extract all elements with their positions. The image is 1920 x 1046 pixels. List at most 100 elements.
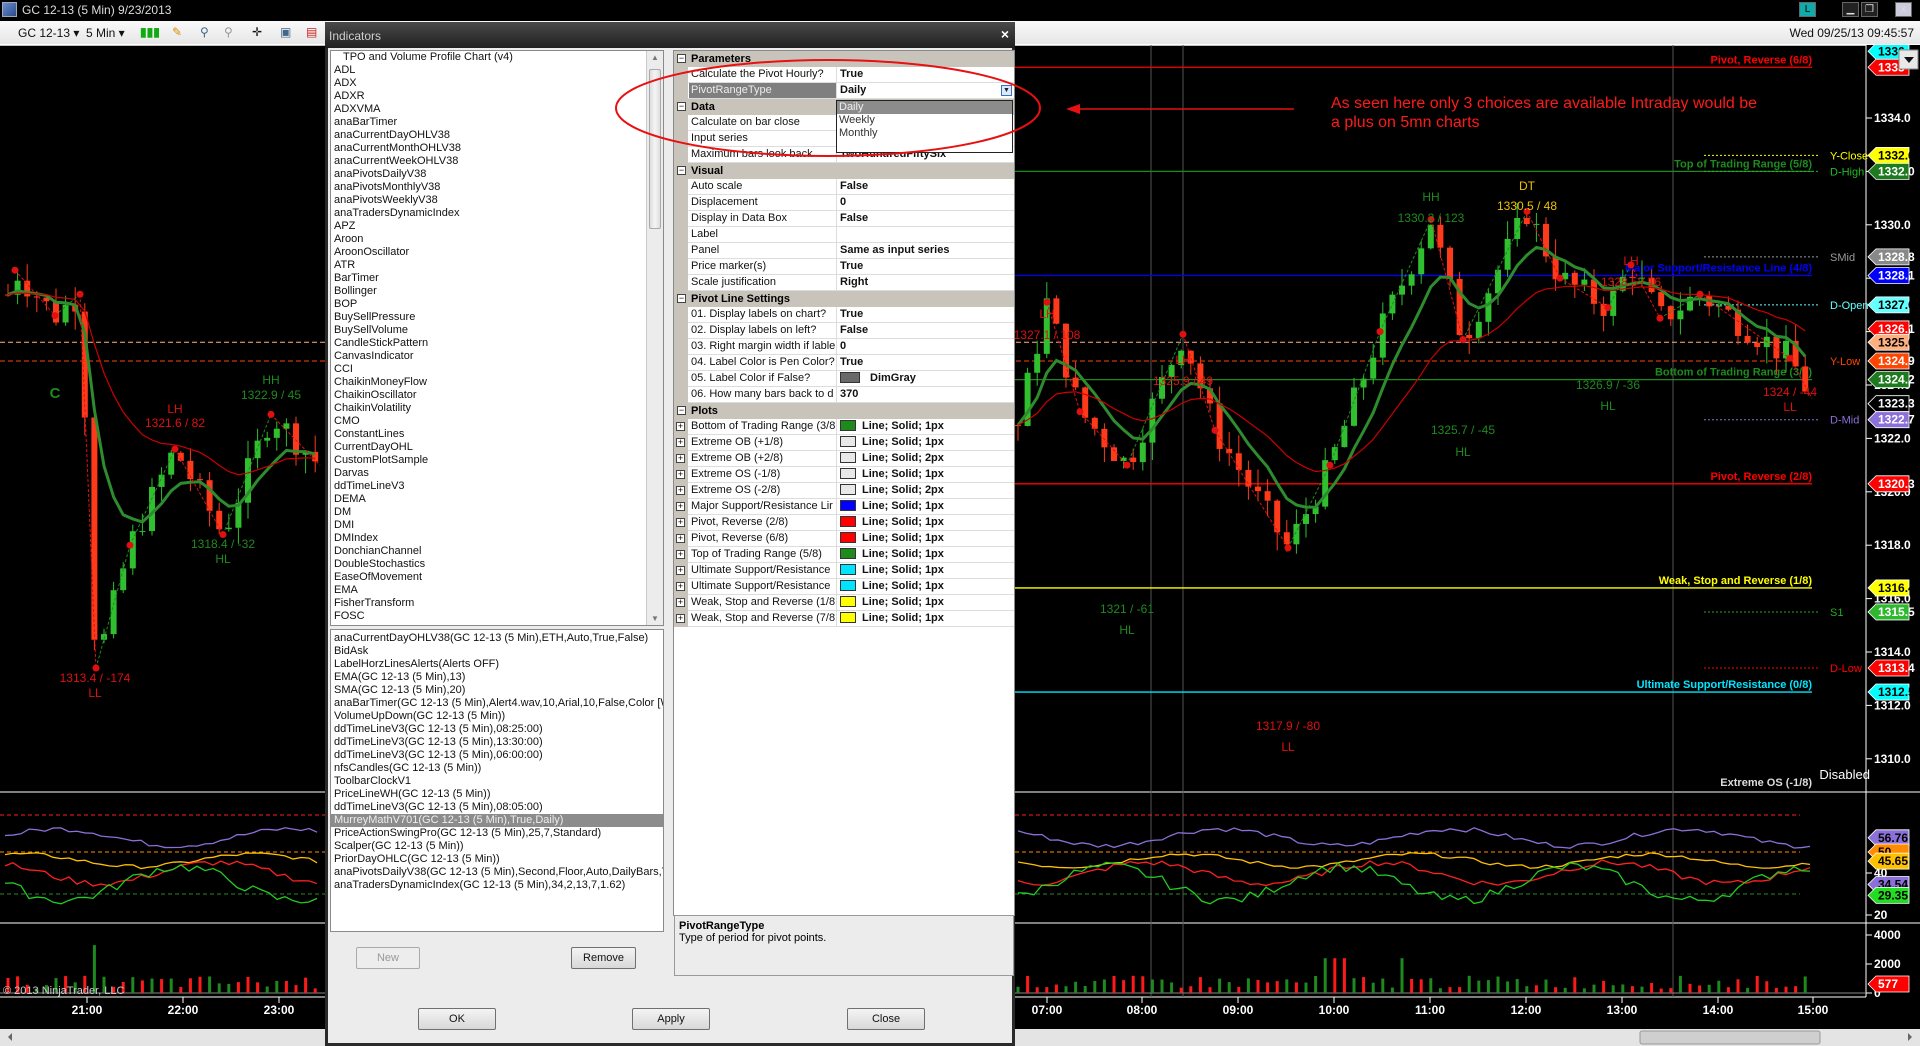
instrument-selector[interactable]: GC 12-13 ▾ <box>18 26 79 40</box>
property-row[interactable]: + Bottom of Trading Range (3/8 Line; Solid… <box>674 419 1014 435</box>
applied-indicator-item[interactable]: PriorDayOHLC(GC 12-13 (5 Min)) <box>331 853 663 866</box>
collapse-icon[interactable]: − <box>677 54 686 63</box>
property-row[interactable]: + Extreme OB (+1/8) Line; Solid; 1px <box>674 435 1014 451</box>
indicator-list-item[interactable]: Darvas <box>331 467 663 480</box>
indicator-list-item[interactable]: CMO <box>331 415 663 428</box>
applied-indicator-item[interactable]: ddTimeLineV3(GC 12-13 (5 Min),06:00:00) <box>331 749 663 762</box>
crosshair-icon[interactable]: ✛ <box>252 25 268 41</box>
property-value[interactable]: Same as input series <box>838 243 1014 258</box>
property-row[interactable]: + Weak, Stop and Reverse (7/8 Line; Solid;… <box>674 611 1014 627</box>
property-value[interactable]: True <box>838 67 1014 82</box>
indicator-list-item[interactable]: ADX <box>331 77 663 90</box>
indicator-list-item[interactable]: ConstantLines <box>331 428 663 441</box>
indicator-list-item[interactable]: Bollinger <box>331 285 663 298</box>
close-button[interactable]: Close <box>847 1008 925 1030</box>
property-value[interactable]: Line; Solid; 1px <box>838 611 1014 626</box>
indicator-list-item[interactable]: ADL <box>331 64 663 77</box>
property-row[interactable]: PivotRangeType Daily ▼ <box>674 83 1014 99</box>
ok-button[interactable]: OK <box>418 1008 496 1030</box>
applied-indicator-item[interactable]: PriceActionSwingPro(GC 12-13 (5 Min),25,… <box>331 827 663 840</box>
applied-indicator-item[interactable]: MurreyMathV701(GC 12-13 (5 Min),True,Dai… <box>331 814 663 827</box>
interval-selector[interactable]: 5 Min ▾ <box>86 26 125 40</box>
dropdown-arrow-button[interactable]: ▼ <box>1001 85 1012 96</box>
property-row[interactable]: Panel Same as input series <box>674 243 1014 259</box>
indicator-list-item[interactable]: ADXR <box>331 90 663 103</box>
expand-icon[interactable]: + <box>676 486 685 495</box>
applied-indicator-item[interactable]: PriceLineWH(GC 12-13 (5 Min)) <box>331 788 663 801</box>
property-value[interactable]: Line; Solid; 1px <box>838 563 1014 578</box>
property-row[interactable]: + Top of Trading Range (5/8) Line; Solid; … <box>674 547 1014 563</box>
applied-indicators-list[interactable]: anaCurrentDayOHLV38(GC 12-13 (5 Min),ETH… <box>330 629 664 932</box>
indicator-list-item[interactable]: TPO and Volume Profile Chart (v4) <box>331 51 663 64</box>
property-value[interactable]: False <box>838 211 1014 226</box>
property-value[interactable]: Line; Solid; 1px <box>838 547 1014 562</box>
indicator-list-item[interactable]: DMIndex <box>331 532 663 545</box>
indicator-list-item[interactable]: CanvasIndicator <box>331 350 663 363</box>
applied-indicator-item[interactable]: ToolbarClockV1 <box>331 775 663 788</box>
dropdown-option[interactable]: Weekly <box>837 114 1012 127</box>
property-category[interactable]: − Parameters <box>674 51 1014 67</box>
property-category[interactable]: − Plots <box>674 403 1014 419</box>
indicator-list-item[interactable]: CCI <box>331 363 663 376</box>
indicator-list-item[interactable]: EMA <box>331 584 663 597</box>
property-row[interactable]: Calculate the Pivot Hourly? True <box>674 67 1014 83</box>
indicator-list-item[interactable]: anaCurrentMonthOHLV38 <box>331 142 663 155</box>
dropdown-option[interactable]: Daily <box>837 101 1012 114</box>
collapse-icon[interactable]: − <box>677 294 686 303</box>
property-value[interactable]: Line; Solid; 2px <box>838 451 1014 466</box>
applied-indicator-item[interactable]: anaCurrentDayOHLV38(GC 12-13 (5 Min),ETH… <box>331 632 663 645</box>
property-value[interactable]: DimGray <box>838 371 1014 386</box>
indicator-list-item[interactable]: DM <box>331 506 663 519</box>
applied-indicator-item[interactable]: anaPivotsDailyV38(GC 12-13 (5 Min),Secon… <box>331 866 663 879</box>
applied-indicator-item[interactable]: BidAsk <box>331 645 663 658</box>
expand-icon[interactable]: + <box>676 454 685 463</box>
indicator-list-item[interactable]: ChaikinMoneyFlow <box>331 376 663 389</box>
property-value[interactable]: Line; Solid; 1px <box>838 595 1014 610</box>
scrollbar-thumb[interactable] <box>1639 1030 1821 1045</box>
property-row[interactable]: + Extreme OB (+2/8) Line; Solid; 2px <box>674 451 1014 467</box>
apply-button[interactable]: Apply <box>632 1008 710 1030</box>
indicator-list-item[interactable]: anaPivotsDailyV38 <box>331 168 663 181</box>
remove-button[interactable]: Remove <box>571 947 636 969</box>
properties-icon[interactable]: ▣ <box>280 25 296 41</box>
available-indicators-list[interactable]: TPO and Volume Profile Chart (v4) ADL ADX A… <box>330 50 664 626</box>
indicator-list-item[interactable]: anaPivotsMonthlyV38 <box>331 181 663 194</box>
property-value[interactable]: Line; Solid; 2px <box>838 483 1014 498</box>
bar-type-icon[interactable]: ▮▮▮ <box>140 25 160 41</box>
indicator-list-item[interactable]: Aroon <box>331 233 663 246</box>
applied-indicator-item[interactable]: VolumeUpDown(GC 12-13 (5 Min)) <box>331 710 663 723</box>
expand-icon[interactable]: + <box>676 534 685 543</box>
property-value[interactable]: False <box>838 179 1014 194</box>
indicator-list-item[interactable]: FOSC <box>331 610 663 623</box>
property-row[interactable]: Display in Data Box False <box>674 211 1014 227</box>
property-row[interactable]: 06. How many bars back to d 370 <box>674 387 1014 403</box>
property-row[interactable]: + Major Support/Resistance Lir Line; Solid… <box>674 499 1014 515</box>
minimize-button[interactable]: ▁ <box>1842 2 1859 17</box>
indicator-list-item[interactable]: anaBarTimer <box>331 116 663 129</box>
property-row[interactable]: 03. Right margin width if lable 0 <box>674 339 1014 355</box>
applied-indicator-item[interactable]: Scalper(GC 12-13 (5 Min)) <box>331 840 663 853</box>
indicators-icon[interactable]: ▤ <box>306 25 322 41</box>
property-row[interactable]: + Pivot, Reverse (6/8) Line; Solid; 1px <box>674 531 1014 547</box>
property-row[interactable]: + Extreme OS (-2/8) Line; Solid; 2px <box>674 483 1014 499</box>
property-row[interactable]: Scale justification Right <box>674 275 1014 291</box>
indicator-list-item[interactable]: FisherTransform <box>331 597 663 610</box>
property-value[interactable]: Line; Solid; 1px <box>838 467 1014 482</box>
property-row[interactable]: Label <box>674 227 1014 243</box>
pivot-range-type-dropdown-list[interactable]: Daily Weekly Monthly <box>836 100 1013 153</box>
property-value[interactable]: True <box>838 355 1014 370</box>
new-button[interactable]: New <box>356 947 420 969</box>
indicator-list-item[interactable]: CandleStickPattern <box>331 337 663 350</box>
property-value[interactable]: True <box>838 307 1014 322</box>
expand-icon[interactable]: + <box>676 518 685 527</box>
property-row[interactable]: Displacement 0 <box>674 195 1014 211</box>
indicator-list-item[interactable]: anaCurrentDayOHLV38 <box>331 129 663 142</box>
expand-icon[interactable]: + <box>676 550 685 559</box>
property-value[interactable]: Line; Solid; 1px <box>838 499 1014 514</box>
indicator-list-item[interactable]: BuySellVolume <box>331 324 663 337</box>
collapse-icon[interactable]: − <box>677 166 686 175</box>
indicator-list-item[interactable]: CustomPlotSample <box>331 454 663 467</box>
property-value[interactable]: Line; Solid; 1px <box>838 579 1014 594</box>
indicator-list-item[interactable]: BuySellPressure <box>331 311 663 324</box>
indicator-list-item[interactable]: ChaikinVolatility <box>331 402 663 415</box>
